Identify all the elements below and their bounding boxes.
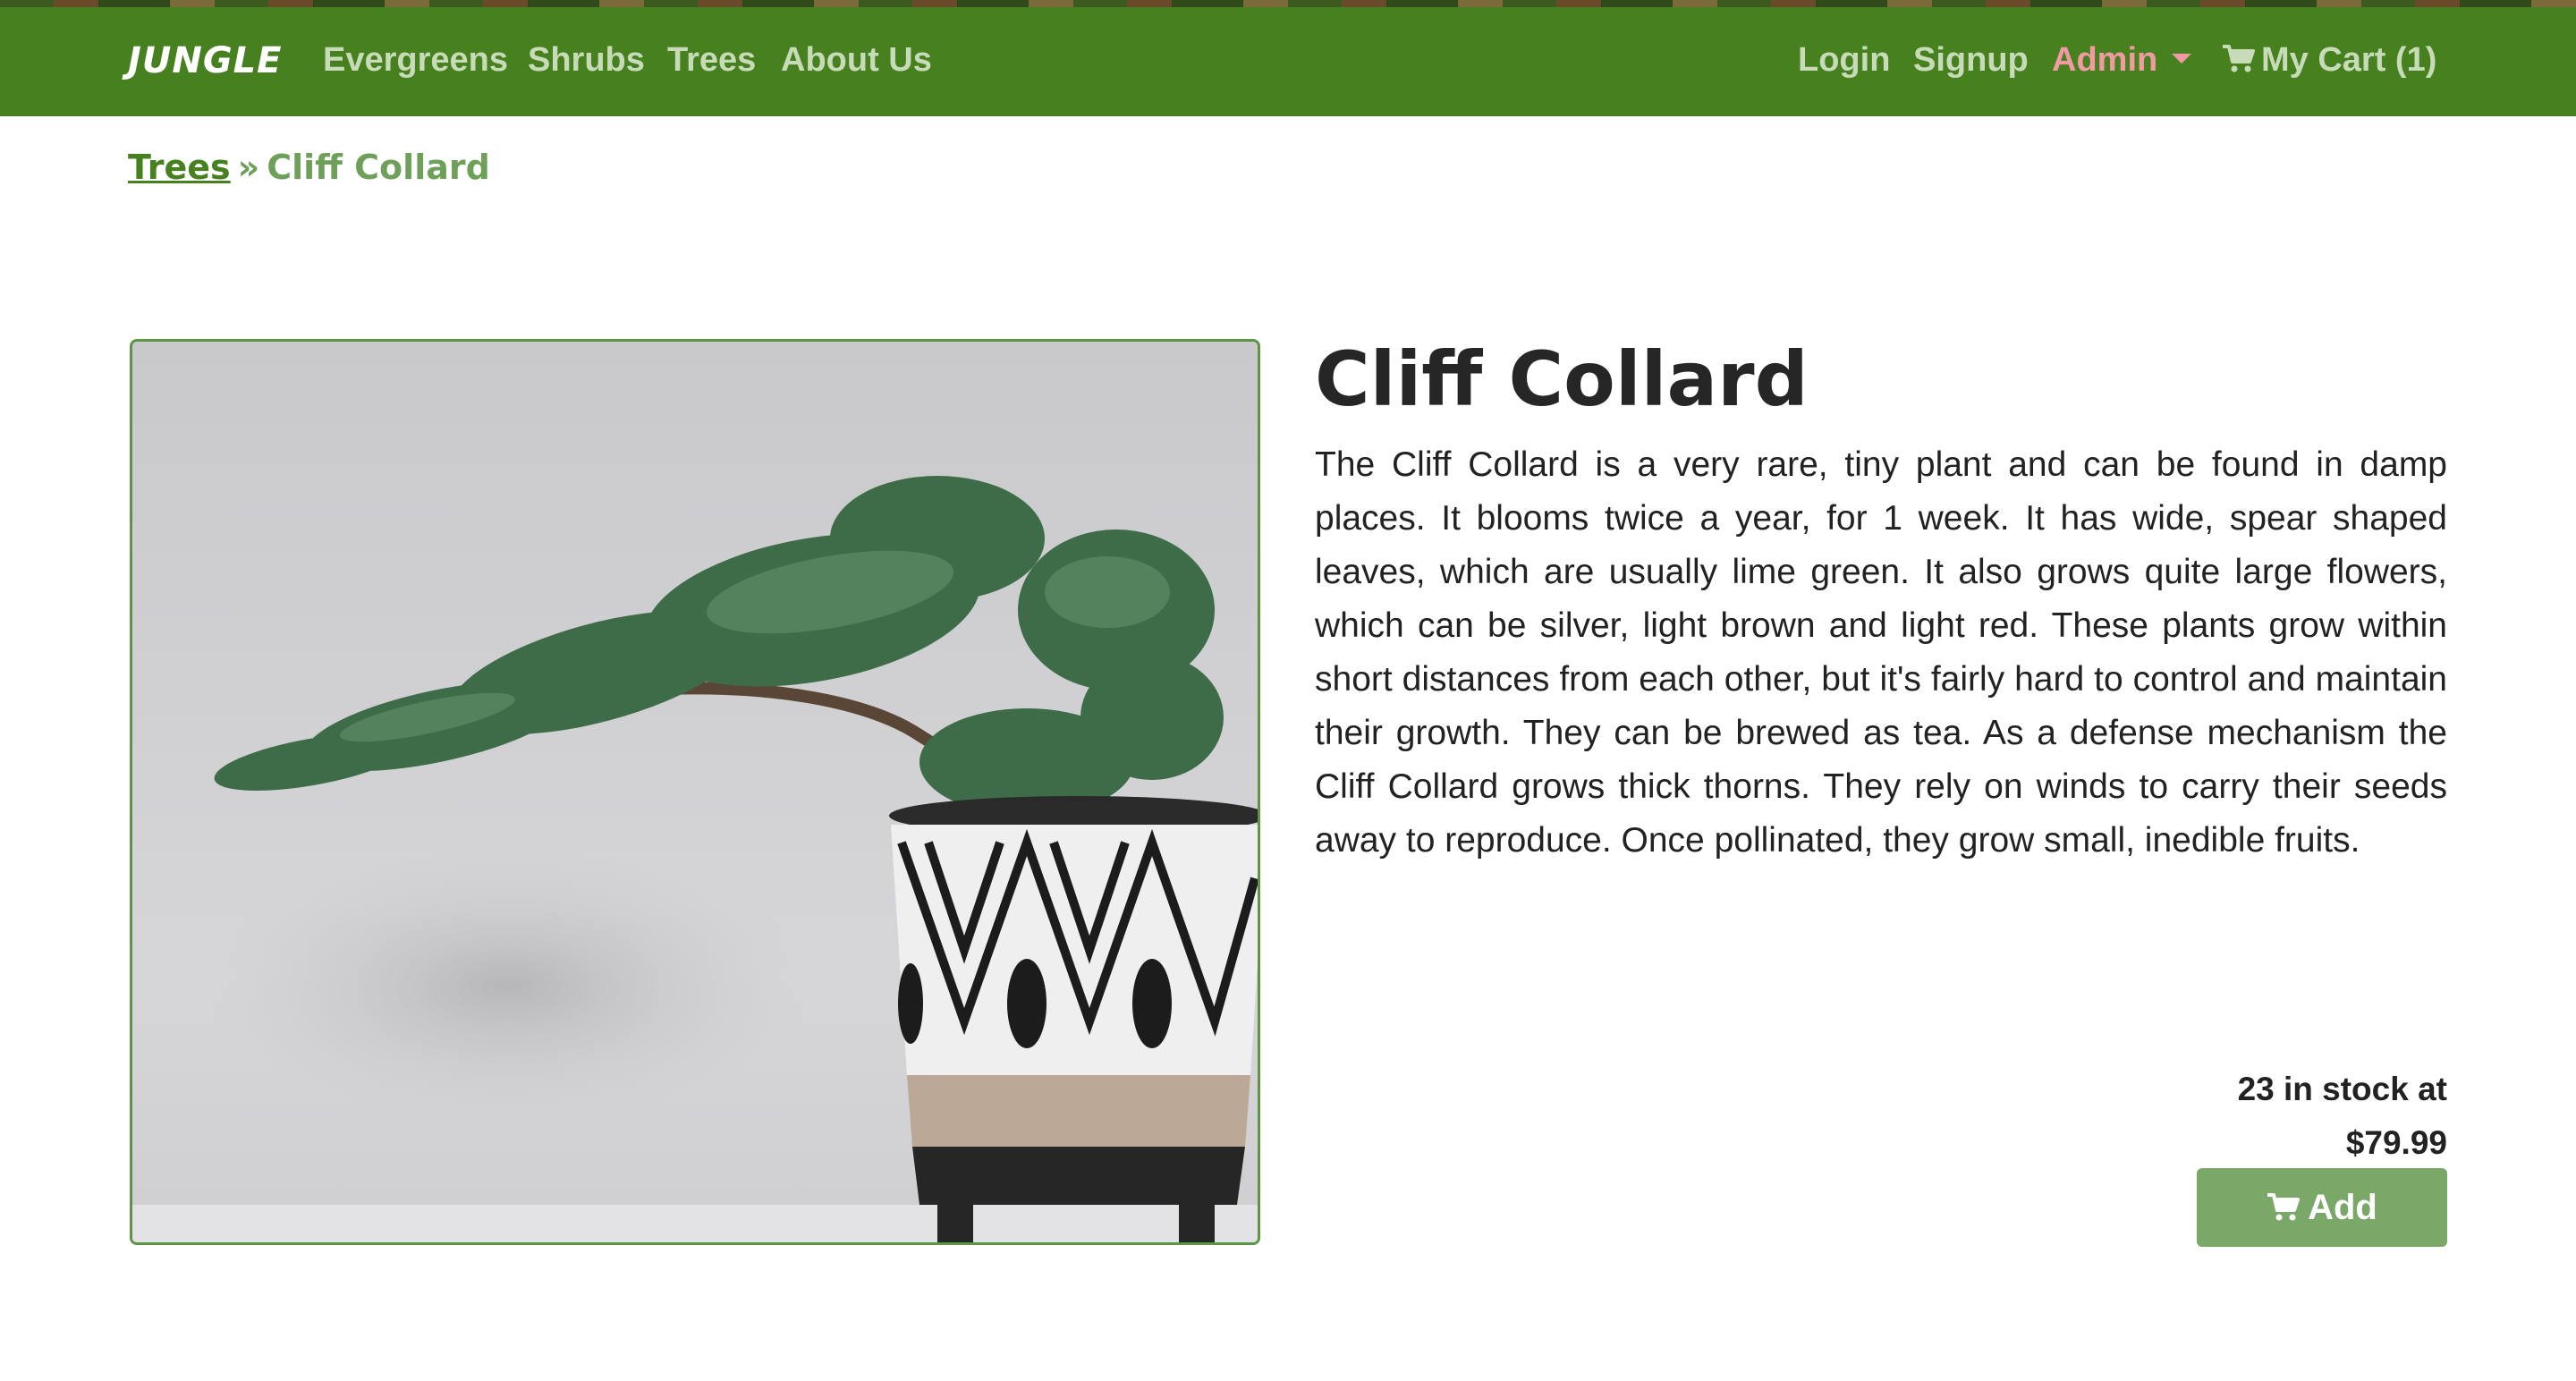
brand-logo[interactable]: JUNGLE xyxy=(128,40,282,81)
stock-and-price: 23 in stock at $79.99 xyxy=(1911,1063,2447,1170)
navbar: JUNGLE Evergreens Shrubs Trees About Us … xyxy=(0,7,2576,116)
nav-link-cart[interactable]: My Cart (1) xyxy=(2222,41,2436,80)
nav-link-login[interactable]: Login xyxy=(1798,41,1890,80)
product-price: $79.99 xyxy=(2345,1124,2447,1161)
product-title: Cliff Collard xyxy=(1315,335,1809,423)
breadcrumb-separator: » xyxy=(237,148,260,187)
add-to-cart-button[interactable]: Add xyxy=(2197,1168,2447,1247)
nav-link-trees[interactable]: Trees xyxy=(667,41,756,80)
shopping-cart-icon xyxy=(2267,1193,2301,1221)
add-button-label: Add xyxy=(2308,1187,2377,1227)
nav-link-shrubs[interactable]: Shrubs xyxy=(528,41,645,80)
breadcrumb: Trees» Cliff Collard xyxy=(128,148,490,187)
product-image xyxy=(130,339,1260,1245)
stock-line: 23 in stock at xyxy=(2237,1071,2447,1107)
bonsai-plant-illustration xyxy=(132,342,1258,1242)
admin-dropdown[interactable]: Admin xyxy=(2052,41,2192,80)
product-description: The Cliff Collard is a very rare, tiny p… xyxy=(1315,445,2447,860)
page: JUNGLE Evergreens Shrubs Trees About Us … xyxy=(0,0,2576,1381)
nav-link-signup[interactable]: Signup xyxy=(1913,41,2029,80)
caret-down-icon xyxy=(2172,54,2192,64)
admin-label: Admin xyxy=(2052,41,2158,79)
nav-link-evergreens[interactable]: Evergreens xyxy=(323,41,508,80)
header-texture-strip xyxy=(0,0,2576,7)
nav-link-about-us[interactable]: About Us xyxy=(781,41,932,80)
breadcrumb-current: Cliff Collard xyxy=(267,148,490,187)
cart-label: My Cart (1) xyxy=(2261,41,2437,79)
shopping-cart-icon xyxy=(2223,45,2255,72)
breadcrumb-link-trees[interactable]: Trees xyxy=(128,148,231,187)
